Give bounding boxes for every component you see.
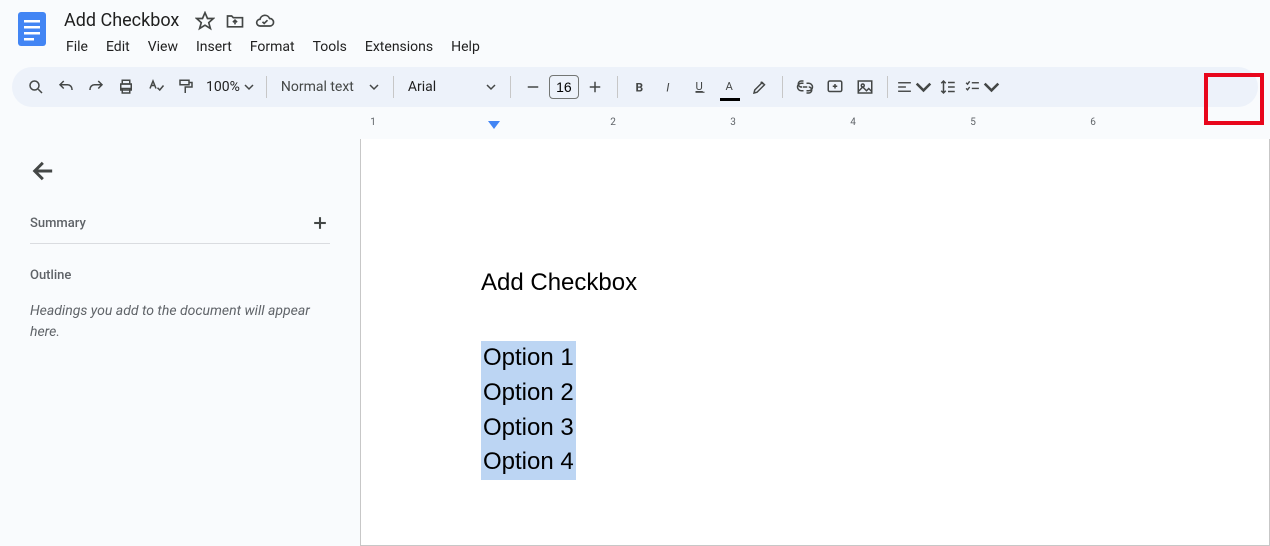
paint-format-icon[interactable]: [172, 73, 200, 101]
ruler-label: 4: [848, 117, 858, 128]
menu-extensions[interactable]: Extensions: [357, 35, 441, 59]
menu-view[interactable]: View: [140, 35, 186, 59]
outline-label: Outline: [30, 268, 330, 283]
menu-insert[interactable]: Insert: [188, 35, 240, 59]
zoom-select[interactable]: 100%: [202, 79, 258, 95]
add-summary-button[interactable]: [310, 213, 330, 233]
list-item[interactable]: Option 1: [481, 341, 576, 376]
redo-icon[interactable]: [82, 73, 110, 101]
separator: [266, 76, 267, 98]
search-icon[interactable]: [22, 73, 50, 101]
svg-text:B: B: [635, 81, 643, 95]
menu-help[interactable]: Help: [443, 35, 488, 59]
paragraph-style-select[interactable]: Normal text: [275, 79, 385, 95]
outline-sidebar: Summary Outline Headings you add to the …: [0, 139, 360, 546]
decrease-font-size-button[interactable]: [519, 73, 547, 101]
undo-icon[interactable]: [52, 73, 80, 101]
svg-text:U: U: [695, 80, 702, 93]
menu-tools[interactable]: Tools: [305, 35, 355, 59]
ruler-label: 6: [1088, 117, 1098, 128]
chevron-down-icon: [915, 78, 932, 96]
ruler-label: 1: [368, 117, 378, 128]
selected-text-block[interactable]: Option 1 Option 2 Option 3 Option 4: [481, 341, 576, 480]
summary-label: Summary: [30, 216, 86, 231]
menu-edit[interactable]: Edit: [98, 35, 138, 59]
list-item[interactable]: Option 3: [481, 411, 576, 446]
svg-text:I: I: [666, 81, 670, 95]
line-spacing-button[interactable]: [934, 73, 962, 101]
ruler-label: 3: [728, 117, 738, 128]
document-page[interactable]: Add Checkbox Option 1 Option 2 Option 3 …: [360, 139, 1270, 546]
paragraph-style-value: Normal text: [281, 79, 354, 95]
font-size-input[interactable]: [549, 75, 579, 99]
star-icon[interactable]: [195, 11, 215, 31]
indent-marker-icon[interactable]: [488, 119, 500, 134]
doc-title[interactable]: Add Checkbox: [58, 8, 185, 33]
chevron-down-icon: [983, 78, 1000, 96]
ruler-label: 5: [968, 117, 978, 128]
highlight-color-button[interactable]: [746, 73, 774, 101]
align-button[interactable]: [896, 73, 932, 101]
separator: [782, 76, 783, 98]
menu-file[interactable]: File: [58, 35, 96, 59]
bold-button[interactable]: B: [626, 73, 654, 101]
chevron-down-icon: [244, 82, 254, 92]
separator: [617, 76, 618, 98]
horizontal-ruler[interactable]: 1 2 3 4 5 6: [370, 117, 1270, 139]
outline-empty-text: Headings you add to the document will ap…: [30, 301, 320, 343]
cloud-status-icon[interactable]: [255, 11, 275, 31]
spellcheck-icon[interactable]: [142, 73, 170, 101]
checklist-button[interactable]: [964, 73, 1000, 101]
zoom-value: 100%: [206, 79, 240, 95]
collapse-outline-button[interactable]: [30, 157, 58, 185]
docs-logo[interactable]: [12, 8, 52, 48]
svg-text:A: A: [725, 80, 733, 93]
separator: [393, 76, 394, 98]
menu-format[interactable]: Format: [242, 35, 303, 59]
font-family-value: Arial: [408, 79, 436, 95]
list-item[interactable]: Option 2: [481, 376, 576, 411]
font-family-select[interactable]: Arial: [402, 79, 502, 95]
add-comment-button[interactable]: [821, 73, 849, 101]
document-heading[interactable]: Add Checkbox: [481, 269, 1269, 297]
italic-button[interactable]: I: [656, 73, 684, 101]
list-item[interactable]: Option 4: [481, 445, 576, 480]
separator: [510, 76, 511, 98]
menu-bar: File Edit View Insert Format Tools Exten…: [58, 35, 488, 59]
toolbar: 100% Normal text Arial B I U A: [12, 67, 1258, 107]
chevron-down-icon: [369, 82, 379, 92]
insert-link-button[interactable]: [791, 73, 819, 101]
insert-image-button[interactable]: [851, 73, 879, 101]
print-icon[interactable]: [112, 73, 140, 101]
text-color-button[interactable]: A: [716, 73, 744, 101]
chevron-down-icon: [486, 82, 496, 92]
separator: [887, 76, 888, 98]
move-icon[interactable]: [225, 11, 245, 31]
underline-button[interactable]: U: [686, 73, 714, 101]
ruler-label: 2: [608, 117, 618, 128]
increase-font-size-button[interactable]: [581, 73, 609, 101]
